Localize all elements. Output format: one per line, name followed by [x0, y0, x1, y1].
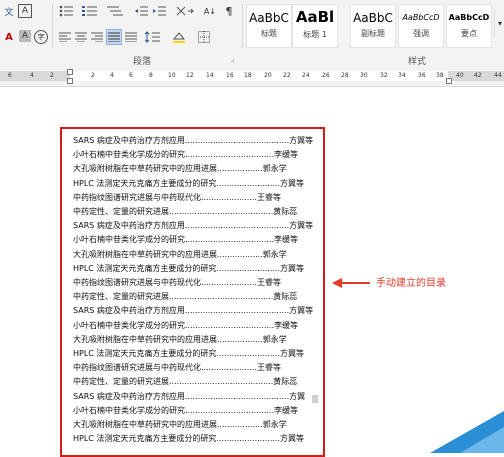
- left-arrow-icon: [332, 278, 370, 288]
- numbering-icon[interactable]: [80, 4, 100, 18]
- ruler-number: 10: [168, 72, 176, 79]
- justify-icon[interactable]: [106, 29, 122, 45]
- indent-marker[interactable]: [67, 78, 73, 84]
- toc-entry[interactable]: 中药指纹图谱研究进展与中药现代化......................王睿…: [73, 278, 281, 288]
- encircle-icon[interactable]: 字: [34, 30, 48, 44]
- paragraph-launcher-icon[interactable]: ⌟: [231, 55, 234, 63]
- toc-entry[interactable]: 小叶石楠中苷类化学成分的研究..........................…: [73, 150, 298, 160]
- style-heading-1[interactable]: AaBl 标题 1: [292, 4, 338, 48]
- text-cursor-block: [312, 395, 318, 403]
- toc-entry[interactable]: 大孔吸附树脂在中草药研究中的应用进展..................郭永学: [73, 250, 287, 260]
- ruler-number: 4: [110, 72, 114, 79]
- show-marks-icon[interactable]: ¶: [222, 4, 236, 18]
- decrease-indent-icon[interactable]: [134, 4, 150, 18]
- ruler-number: 30: [360, 72, 368, 79]
- toc-entry[interactable]: HPLC 法测定天元克痛方主要成分的研究....................…: [73, 179, 304, 189]
- toc-entry[interactable]: 小叶石楠中苷类化学成分的研究..........................…: [73, 235, 298, 245]
- indent-marker[interactable]: [67, 69, 73, 75]
- toc-entry[interactable]: 小叶石楠中苷类化学成分的研究..........................…: [73, 321, 298, 331]
- toc-entry[interactable]: 大孔吸附树脂在中草药研究中的应用进展..................郭永学: [73, 335, 287, 345]
- ruler-number: 6: [129, 72, 133, 79]
- right-indent-marker[interactable]: [446, 78, 452, 84]
- line-spacing-icon[interactable]: [144, 30, 162, 44]
- ruler-number: 8: [149, 72, 153, 79]
- ruler-number: 26: [322, 72, 330, 79]
- ruler-number: 22: [283, 72, 291, 79]
- toc-entry[interactable]: 中药定性、定量的研究进展............................…: [73, 292, 297, 302]
- style-preview: AaBbC: [249, 11, 289, 25]
- toc-entry[interactable]: 中药指纹图谱研究进展与中药现代化......................王睿…: [73, 193, 281, 203]
- bullets-icon[interactable]: [58, 4, 76, 18]
- toc-entry[interactable]: 大孔吸附树脂在中草药研究中的应用进展..................郭永学: [73, 164, 287, 174]
- styles-more-icon[interactable]: ▾: [494, 8, 504, 38]
- toc-entry[interactable]: SARS 病症及中药治疗方剂应用........................…: [73, 136, 313, 146]
- ruler-number: 2: [50, 72, 54, 79]
- ruler-number: 14: [206, 72, 214, 79]
- style-preview: AaBl: [295, 8, 335, 26]
- style-strong[interactable]: AaBbCcD 要点: [446, 4, 492, 48]
- separator: [52, 4, 53, 48]
- toc-entry[interactable]: 中药定性、定量的研究进展............................…: [73, 207, 297, 217]
- styles-group-label: 样式: [408, 57, 427, 67]
- ruler-number: 44: [494, 72, 502, 79]
- char-format-icon[interactable]: 文: [2, 4, 16, 18]
- borders-icon[interactable]: [194, 30, 214, 44]
- style-emphasis[interactable]: AaBbCcD 强调: [398, 4, 444, 48]
- multilevel-list-icon[interactable]: [104, 4, 126, 18]
- ruler-number: 34: [398, 72, 406, 79]
- style-subtitle[interactable]: AaBbC 副标题: [350, 4, 396, 48]
- toc-entry[interactable]: HPLC 法测定天元克痛方主要成分的研究....................…: [73, 349, 304, 359]
- ruler-number: 12: [186, 72, 194, 79]
- ruler-number: 28: [341, 72, 349, 79]
- toc-entry[interactable]: 中药定性、定量的研究进展............................…: [73, 377, 297, 387]
- align-left-icon[interactable]: [58, 30, 72, 44]
- align-center-icon[interactable]: [74, 30, 88, 44]
- style-name: 标题 1: [303, 30, 327, 39]
- ruler-number: 32: [380, 72, 388, 79]
- align-right-icon[interactable]: [90, 30, 104, 44]
- increase-indent-icon[interactable]: [152, 4, 168, 18]
- font-color-icon[interactable]: A: [2, 30, 16, 44]
- ribbon: 文 A A A 字 A↓ ¶ 段落 ⌟ AaBbC 标题 AaBl 标题 1 A…: [0, 0, 504, 69]
- style-preview: AaBbCcD: [402, 13, 440, 22]
- toc-entry[interactable]: 大孔吸附树脂在中草药研究中的应用进展..................郭永学: [73, 420, 287, 430]
- toc-entry[interactable]: 中药指纹图谱研究进展与中药现代化......................王睿…: [73, 363, 281, 373]
- toc-entry[interactable]: SARS 病症及中药治疗方剂应用........................…: [73, 392, 305, 402]
- toc-entry[interactable]: SARS 病症及中药治疗方剂应用........................…: [73, 221, 313, 231]
- ruler-number: 42: [474, 72, 482, 79]
- ruler-number: 20: [264, 72, 272, 79]
- style-preview: AaBbCcD: [448, 13, 490, 22]
- ruler-number: 24: [302, 72, 310, 79]
- ruler-text-area: [70, 71, 448, 81]
- style-title[interactable]: AaBbC 标题: [246, 4, 292, 48]
- toc-entry[interactable]: HPLC 法测定天元克痛方主要成分的研究....................…: [73, 434, 304, 444]
- shading-icon[interactable]: [170, 30, 190, 44]
- ruler-number: 18: [244, 72, 252, 79]
- ruler-number: 6: [8, 72, 12, 79]
- ruler-number: 16: [226, 72, 234, 79]
- horizontal-ruler[interactable]: 6 4 2 2 4 6 8 10 12 14 16 18 20 22 24 26 28 30 32 34 36 38 40 4…: [0, 68, 504, 87]
- ruler-number: 36: [418, 72, 426, 79]
- annotation-label: 手动建立的目录: [376, 278, 446, 289]
- ruler-number: 38: [436, 72, 444, 79]
- sort-icon[interactable]: A↓: [202, 4, 218, 18]
- ruler-number: 4: [30, 72, 34, 79]
- toc-entry[interactable]: 小叶石楠中苷类化学成分的研究..........................…: [73, 406, 298, 416]
- char-border-icon[interactable]: A: [18, 4, 32, 18]
- toc-entry[interactable]: SARS 病症及中药治疗方剂应用........................…: [73, 306, 313, 316]
- toc-entry[interactable]: HPLC 法测定天元克痛方主要成分的研究....................…: [73, 264, 304, 274]
- paragraph-group-label: 段落: [133, 57, 152, 67]
- separator: [242, 4, 243, 48]
- style-preview: AaBbC: [353, 11, 393, 25]
- style-name: 副标题: [361, 29, 385, 38]
- distributed-icon[interactable]: [124, 30, 138, 44]
- ruler-number: 2: [91, 72, 95, 79]
- ruler-number: 40: [456, 72, 464, 79]
- style-name: 强调: [413, 29, 429, 38]
- chinese-layout-icon[interactable]: [174, 4, 196, 18]
- char-shading-icon[interactable]: A: [19, 30, 31, 42]
- style-name: 标题: [261, 29, 277, 38]
- style-name: 要点: [461, 29, 477, 38]
